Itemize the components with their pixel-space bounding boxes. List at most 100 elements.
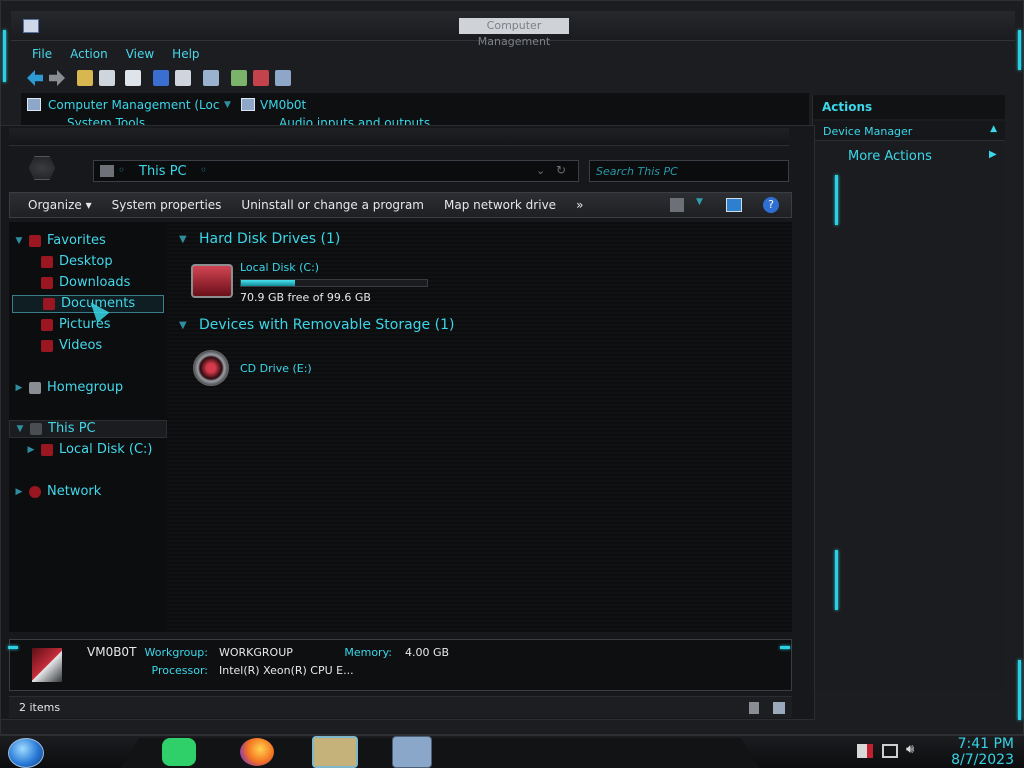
forward-icon[interactable] (49, 70, 65, 86)
group-removable-storage[interactable]: Devices with Removable Storage (1) (199, 317, 454, 333)
hard-disk-icon[interactable] (191, 264, 233, 298)
expand-arrow-icon[interactable]: ▼ (13, 232, 25, 250)
more-actions[interactable]: More Actions (848, 149, 932, 164)
volume-icon[interactable]: 🔊︎ (906, 742, 914, 757)
homegroup-icon (29, 382, 41, 394)
workgroup-label: Workgroup: (144, 646, 208, 659)
menu-file[interactable]: File (23, 43, 61, 65)
drive-c-usage-bar (240, 279, 428, 287)
processor-value: Intel(R) Xeon(R) CPU E... (219, 664, 354, 677)
start-button[interactable] (8, 738, 44, 768)
large-icons-view-icon[interactable] (773, 702, 785, 714)
group-hard-disk-drives[interactable]: Hard Disk Drives (1) (199, 231, 340, 247)
map-network-drive-button[interactable]: Map network drive (434, 198, 566, 212)
drive-e-name[interactable]: CD Drive (E:) (240, 362, 312, 375)
computer-icon (32, 648, 62, 682)
item-count: 2 items (19, 701, 61, 714)
nav-homegroup[interactable]: ▶ Homegroup (9, 379, 167, 397)
uninstall-program-button[interactable]: Uninstall or change a program (231, 198, 434, 212)
nav-favorites[interactable]: ▼ Favorites (9, 232, 167, 250)
help-icon[interactable]: ? (763, 197, 779, 213)
nav-local-disk[interactable]: ▶ Local Disk (C:) (9, 441, 167, 459)
nav-this-pc[interactable]: ▼ This PC (9, 420, 167, 438)
explorer-window: ◦ This PC ◦ ⌄ ↻ Search This PC Organize … (0, 125, 815, 720)
chevron-down-icon[interactable]: ▼ (179, 320, 187, 331)
explorer-logo (28, 156, 56, 180)
organize-button[interactable]: Organize ▾ (18, 198, 102, 212)
cm-tree-root[interactable]: Computer Management (Loc (48, 98, 219, 112)
collapse-icon[interactable]: ▲ (990, 124, 997, 134)
uninstall-device-icon[interactable] (253, 70, 269, 86)
cm-tree-area: Computer Management (Loc System Tools ▼ … (21, 93, 809, 130)
update-driver-icon[interactable] (231, 70, 247, 86)
chevron-down-icon[interactable]: ▼ (179, 234, 187, 245)
nav-label: Downloads (59, 275, 131, 290)
explorer-titlebar[interactable] (9, 128, 789, 146)
chevron-down-icon[interactable]: ▼ (696, 197, 703, 207)
nav-label: Desktop (59, 254, 113, 269)
preview-pane-icon[interactable] (726, 198, 742, 212)
nav-label: Videos (59, 338, 103, 353)
action-center-icon[interactable] (857, 744, 873, 758)
up-folder-icon[interactable] (77, 70, 93, 86)
expand-arrow-icon[interactable]: ▶ (13, 483, 25, 501)
accent-bar (1018, 660, 1021, 720)
processor-label: Processor: (151, 664, 209, 677)
refresh-icon[interactable]: ↻ (556, 163, 566, 177)
nav-label: Pictures (59, 317, 111, 332)
computer-icon (241, 98, 255, 111)
scan-hardware-icon[interactable] (203, 70, 219, 86)
address-dropdown-icon[interactable]: ⌄ (536, 164, 545, 177)
search-input[interactable]: Search This PC (589, 160, 789, 182)
nav-label: Network (47, 484, 102, 499)
content-pane: ▼ Hard Disk Drives (1) Local Disk (C:) 7… (167, 222, 792, 632)
nav-label: Favorites (47, 233, 106, 248)
action-pane-icon[interactable] (175, 70, 191, 86)
accent-bar (780, 646, 790, 649)
nav-downloads[interactable]: Downloads (9, 274, 167, 292)
address-bar[interactable]: ◦ This PC ◦ ⌄ ↻ (93, 160, 579, 182)
expand-arrow-icon[interactable]: ▶ (25, 441, 37, 459)
computer-icon (27, 98, 41, 111)
nav-videos[interactable]: Videos (9, 337, 167, 355)
expand-arrow-icon[interactable]: ▼ (14, 420, 26, 438)
nav-label: Local Disk (C:) (59, 442, 153, 457)
computer-name: VM0B0T (87, 645, 137, 659)
actions-device-manager[interactable]: Device Manager ▲ (813, 121, 1005, 141)
more-commands-button[interactable]: » (566, 198, 593, 212)
menu-action[interactable]: Action (61, 43, 117, 65)
view-options-icon[interactable] (670, 198, 684, 212)
enable-device-icon[interactable] (275, 70, 291, 86)
nav-desktop[interactable]: Desktop (9, 253, 167, 271)
properties-icon[interactable] (125, 70, 141, 86)
drive-c-usage-fill (241, 280, 295, 286)
menu-view[interactable]: View (117, 43, 163, 65)
accent-bar (835, 175, 838, 225)
back-icon[interactable] (27, 70, 43, 86)
chevron-right-icon[interactable]: ▶ (989, 149, 997, 160)
console-tree-icon[interactable] (99, 70, 115, 86)
details-view-icon[interactable] (749, 702, 759, 714)
videos-icon (41, 340, 53, 352)
actions-device-label: Device Manager (823, 125, 913, 138)
nav-pictures[interactable]: Pictures (9, 316, 167, 334)
expand-arrow-icon[interactable]: ▶ (13, 379, 25, 397)
notes-app-icon[interactable] (162, 738, 196, 766)
drive-c-name[interactable]: Local Disk (C:) (240, 261, 319, 274)
chevron-down-icon[interactable]: ▼ (224, 100, 231, 110)
breadcrumb-arrow-icon[interactable]: ◦ (118, 163, 125, 177)
firefox-icon[interactable] (240, 738, 274, 766)
cd-drive-icon[interactable] (193, 350, 229, 386)
cm-tree-vm[interactable]: VM0b0t (260, 98, 306, 112)
menu-help[interactable]: Help (163, 43, 208, 65)
system-properties-button[interactable]: System properties (102, 198, 232, 212)
nav-network[interactable]: ▶ Network (9, 483, 167, 501)
clock[interactable]: 7:41 PM 8/7/2023 (930, 736, 1014, 768)
breadcrumb-arrow-icon[interactable]: ◦ (200, 163, 207, 177)
network-status-icon[interactable] (882, 744, 898, 758)
star-icon (29, 235, 41, 247)
address-text: This PC (139, 164, 187, 179)
file-explorer-icon[interactable] (312, 736, 358, 768)
help-icon[interactable] (153, 70, 169, 86)
computer-management-taskbar-icon[interactable] (392, 736, 432, 768)
